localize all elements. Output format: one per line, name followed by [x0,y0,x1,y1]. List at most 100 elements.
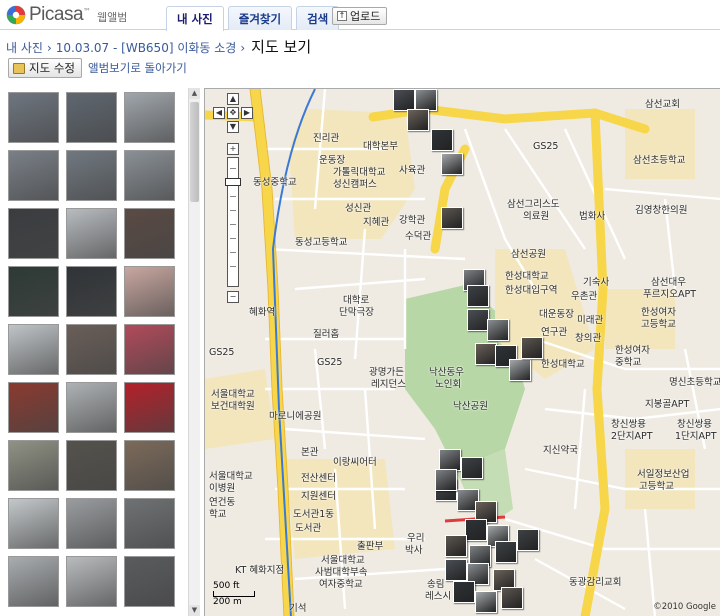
photo-marker[interactable] [441,207,463,229]
photo-marker[interactable] [445,535,467,557]
photo-marker[interactable] [453,581,475,603]
map-place-label: 창의관 [575,333,602,344]
photo-thumbnail[interactable] [66,150,117,201]
photo-marker[interactable] [487,319,509,341]
map-place-label: 마로니에공원 [269,411,322,422]
pan-center-icon[interactable]: ✥ [227,107,239,119]
map-place-label: 미래관 [577,315,604,326]
photo-thumbnail[interactable] [124,324,175,375]
photo-thumbnail[interactable] [8,92,59,143]
photo-marker[interactable] [521,337,543,359]
photo-thumbnail[interactable] [8,556,59,607]
map-place-label: 운동장 [319,155,346,166]
tab-my-photos[interactable]: 내 사진 [166,6,224,31]
pan-left-arrow-icon[interactable]: ◀ [213,107,225,119]
photo-thumbnail[interactable] [8,150,59,201]
photo-marker[interactable] [465,519,487,541]
photo-marker[interactable] [517,529,539,551]
pan-up-arrow-icon[interactable]: ▲ [227,93,239,105]
map-place-label: 고등학교 [639,481,674,492]
photo-thumbnail[interactable] [124,382,175,433]
photo-thumbnail[interactable] [66,498,117,549]
photo-thumbnail[interactable] [66,324,117,375]
zoom-slider[interactable] [225,157,241,287]
main-tabs: 내 사진 즐겨찾기 검색 [166,6,340,31]
photo-thumbnail[interactable] [124,208,175,259]
photo-marker[interactable] [475,343,497,365]
photo-marker[interactable] [467,285,489,307]
photo-thumbnail[interactable] [8,208,59,259]
zoom-slider-handle[interactable] [225,178,241,186]
photo-marker[interactable] [435,469,457,491]
pan-down-arrow-icon[interactable]: ▼ [227,121,239,133]
map-place-label: GS25 [209,347,235,358]
map-place-label: 사육관 [399,165,426,176]
map-place-label: 삼선그리스도 [507,199,560,210]
photo-thumbnail[interactable] [66,208,117,259]
photo-marker[interactable] [475,591,497,613]
photo-marker[interactable] [441,153,463,175]
map-place-label: 레스시 [425,591,452,602]
photo-marker[interactable] [415,89,437,111]
zoom-tick [230,210,236,211]
photo-thumbnail[interactable] [124,556,175,607]
photo-thumbnail[interactable] [8,440,59,491]
photo-marker[interactable] [393,89,415,111]
map-place-label: 박사 [405,545,423,556]
zoom-tick [230,252,236,253]
photo-thumbnail[interactable] [124,150,175,201]
photo-thumbnail[interactable] [8,498,59,549]
back-to-album-link[interactable]: 앨범보기로 돌아가기 [88,60,187,76]
photo-thumbnail[interactable] [66,440,117,491]
map-place-label: 연건동 [209,497,236,508]
thumbnail-scrollbar[interactable]: ▲ ▼ [188,88,200,616]
breadcrumb-album[interactable]: 10.03.07 - [WB650] 이화동 소경 [56,39,237,56]
map-place-label: 지혜관 [363,217,390,228]
photo-thumbnail[interactable] [124,498,175,549]
photo-thumbnail[interactable] [8,266,59,317]
map-place-label: 한성대학교 [541,359,585,370]
map-place-label: 보건대학원 [211,401,255,412]
breadcrumb-separator: › [46,41,52,55]
photo-thumbnail[interactable] [124,92,175,143]
upload-button[interactable]: ↑ 업로드 [332,7,388,25]
map-place-label: 도서관 [295,523,322,534]
photo-marker[interactable] [461,457,483,479]
photo-thumbnail[interactable] [66,266,117,317]
photo-thumbnail[interactable] [124,440,175,491]
photo-marker[interactable] [407,109,429,131]
photo-thumbnail[interactable] [66,382,117,433]
tab-favorites[interactable]: 즐겨찾기 [227,6,293,30]
map-place-label: 이랑씨어터 [333,457,377,468]
map-view[interactable]: 삼선교회 진리관 대학본부 GS25 운동장 가톨릭대학교 성신캠퍼스 사육관 삼선초등학교 동성… [204,88,720,616]
edit-map-button[interactable]: 지도 수정 [8,58,82,78]
zoom-out-icon[interactable]: − [227,291,239,303]
map-place-label: 삼선대우 [651,277,686,288]
map-place-label: 기석 [289,603,307,614]
photo-thumbnail[interactable] [124,266,175,317]
pan-right-arrow-icon[interactable]: ▶ [241,107,253,119]
zoom-in-icon[interactable]: + [227,143,239,155]
scroll-up-arrow-icon[interactable]: ▲ [189,88,200,99]
photo-thumbnail[interactable] [8,324,59,375]
photo-marker[interactable] [445,559,467,581]
photo-marker[interactable] [439,449,461,471]
photo-marker[interactable] [501,587,523,609]
photo-marker[interactable] [467,309,489,331]
photo-thumbnail[interactable] [66,92,117,143]
edit-map-label: 지도 수정 [29,61,75,75]
breadcrumb-my-photos[interactable]: 내 사진 [6,39,43,56]
photo-thumbnail[interactable] [66,556,117,607]
zoom-tick [230,224,236,225]
scroll-down-arrow-icon[interactable]: ▼ [189,605,200,616]
photo-marker[interactable] [509,359,531,381]
map-place-label: 김영창한의원 [635,205,688,216]
picasa-logo[interactable]: Picasa ™ 웹앨범 [6,4,127,26]
scrollbar-thumb[interactable] [190,102,199,202]
photo-marker[interactable] [495,541,517,563]
map-place-label: 푸르지오APT [643,289,696,300]
photo-thumbnail[interactable] [8,382,59,433]
map-place-label: 삼선초등학교 [633,155,686,166]
photo-marker[interactable] [431,129,453,151]
map-place-label: 단막극장 [339,307,374,318]
